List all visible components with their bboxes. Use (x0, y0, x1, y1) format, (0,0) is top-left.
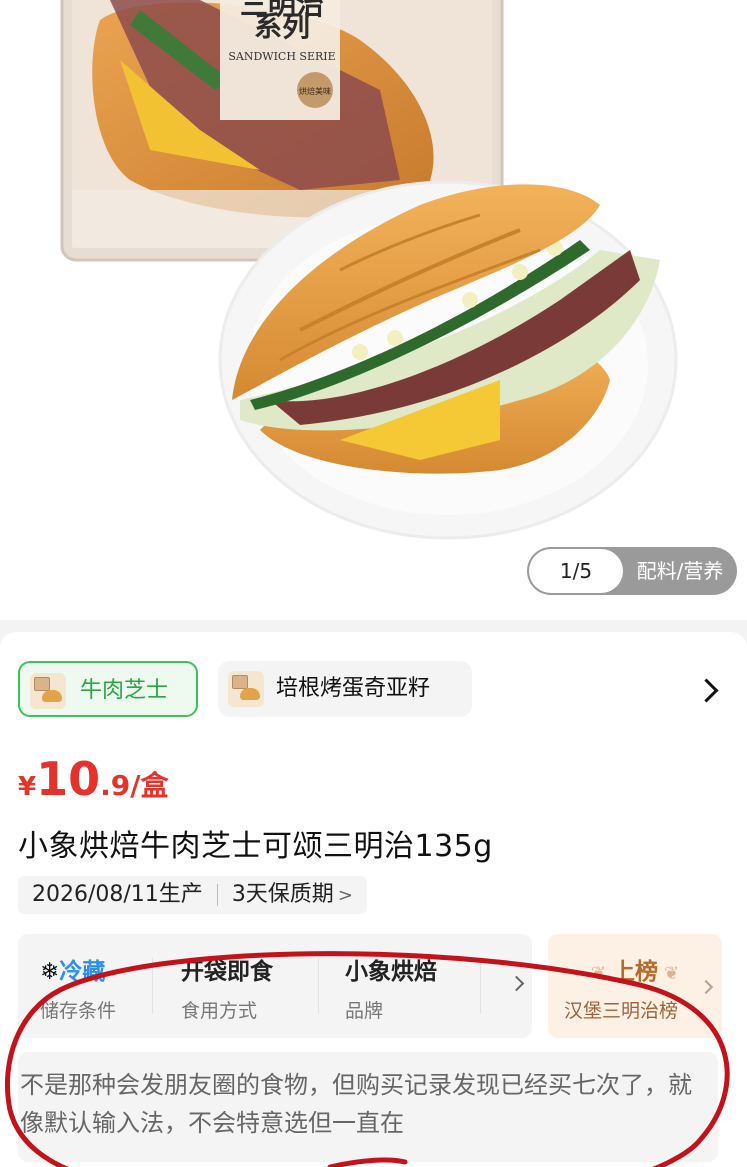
storage-value: ❄冷藏 (40, 959, 106, 985)
packaging-badge: 烘焙美味 (299, 86, 331, 96)
storage-label: 储存条件 (40, 1000, 117, 1022)
production-date: 2026/08/11生产 (32, 882, 203, 907)
divider (216, 884, 218, 906)
attribute-storage: ❄冷藏 储存条件 (40, 952, 116, 1023)
divider (318, 958, 319, 1014)
page-indicator: 1/5 (529, 549, 623, 593)
ranking-title: 上榜 (548, 952, 722, 986)
price-decimal: .9 (100, 769, 131, 802)
chevron-right-icon: > (337, 885, 353, 906)
product-photo: 三明治系列 SANDWICH SERIE 烘焙美味 (60, 0, 678, 540)
divider (152, 958, 153, 1014)
review-snippet: 不是那种会发朋友圈的食物，但购买记录发现已经买七次了，就像默认输入法，不会特意选… (18, 1052, 718, 1162)
chevron-right-icon (508, 975, 525, 992)
price-integer: 10 (36, 752, 101, 806)
variant-option-bacon-egg-chia[interactable]: 培根烤蛋奇亚籽 (218, 661, 472, 717)
variant-thumbnail (228, 671, 264, 707)
usage-label: 食用方式 (181, 1000, 258, 1022)
product-title: 小象烘焙牛肉芝士可颂三明治135g (18, 829, 493, 864)
gallery-pager[interactable]: 1/5 配料/营养 (527, 547, 737, 595)
review-text: 不是那种会发朋友圈的食物，但购买记录发现已经买七次了，就像默认输入法，不会特意选… (20, 1071, 692, 1137)
brand-label: 品牌 (345, 1000, 384, 1022)
price-currency: ¥ (18, 772, 37, 802)
price: ¥10.9/盒 (18, 752, 168, 812)
ingredients-nutrition-link[interactable]: 配料/营养 (623, 547, 737, 595)
snowflake-icon: ❄ (40, 959, 60, 985)
ranking-list-name: 汉堡三明治榜 (564, 1000, 679, 1022)
divider (480, 958, 481, 1014)
packaging-subtitle: SANDWICH SERIE (228, 50, 335, 63)
shelf-life: 3天保质期 (231, 882, 334, 907)
chevron-right-icon[interactable] (694, 678, 719, 703)
product-attributes[interactable]: ❄冷藏 储存条件 开袋即食 食用方式 小象烘焙 品牌 (18, 934, 532, 1038)
brand-value: 小象烘焙 (345, 959, 437, 985)
variant-label: 培根烤蛋奇亚籽 (276, 676, 431, 701)
attribute-usage: 开袋即食 食用方式 (181, 952, 273, 1023)
variant-option-beef-cheese[interactable]: 牛肉芝士 (18, 661, 198, 717)
packaging-label-line1: 系列 (254, 10, 310, 43)
price-unit: /盒 (130, 769, 169, 802)
variant-label: 牛肉芝士 (80, 678, 169, 703)
product-info-card: 牛肉芝士 培根烤蛋奇亚籽 ¥10.9/盒 小象烘焙牛肉芝士可颂三明治135g 2… (0, 632, 747, 1167)
freshness-info[interactable]: 2026/08/11生产 3天保质期 > (18, 876, 367, 914)
product-image-gallery[interactable]: 三明治 系列 SANDWICH SERIE 烘焙美味 1/5 配料/营养 (0, 0, 747, 620)
usage-value: 开袋即食 (181, 959, 273, 985)
attribute-brand: 小象烘焙 品牌 (345, 952, 437, 1023)
variant-thumbnail (30, 673, 66, 709)
ranking-badge[interactable]: 上榜 汉堡三明治榜 (548, 934, 722, 1038)
